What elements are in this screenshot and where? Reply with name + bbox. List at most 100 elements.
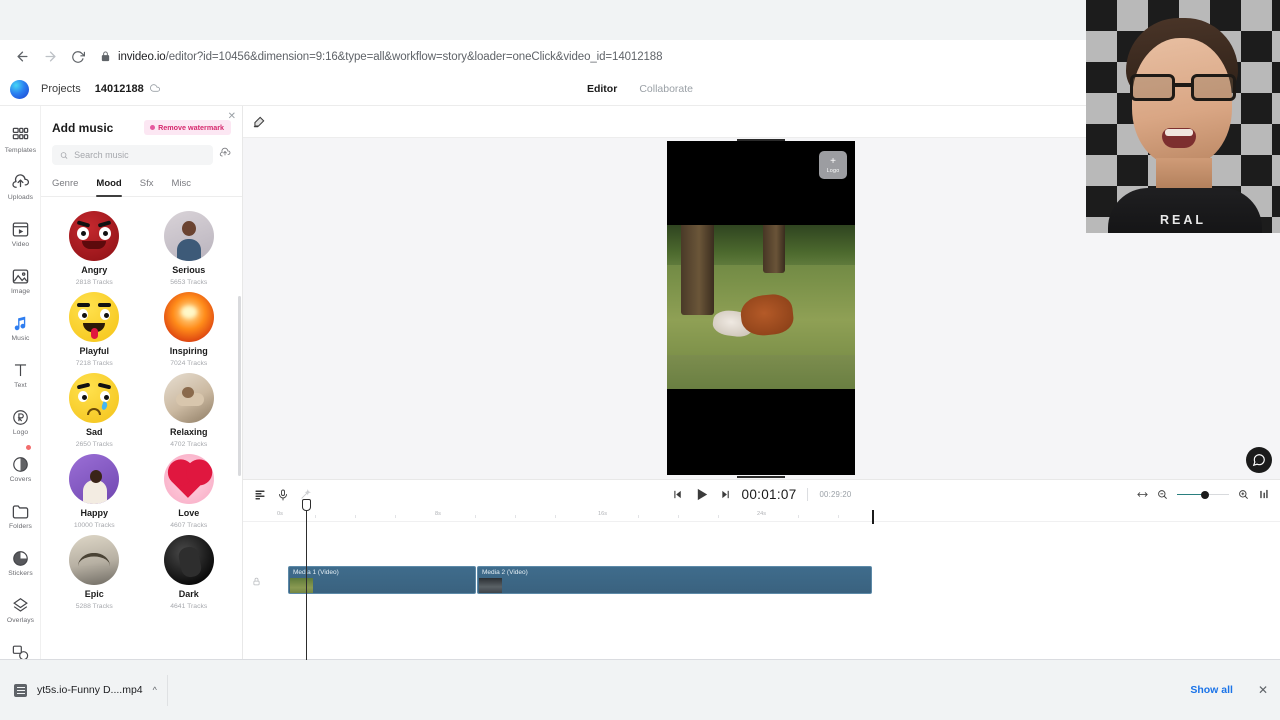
- timeline-zoom-slider[interactable]: [1177, 489, 1229, 501]
- video-canvas[interactable]: + Logo: [667, 141, 855, 475]
- audio-levels-icon[interactable]: [1258, 489, 1269, 500]
- url-host: invideo.io: [118, 50, 166, 63]
- mood-card[interactable]: Serious 5653 Tracks: [142, 211, 237, 286]
- current-time[interactable]: 00:01:07: [742, 487, 797, 502]
- search-input[interactable]: [74, 150, 205, 160]
- zoom-in-icon[interactable]: [1238, 489, 1249, 500]
- fit-width-icon[interactable]: [1137, 489, 1148, 500]
- upload-cloud-icon[interactable]: [219, 146, 231, 164]
- mood-thumbnail: [163, 211, 214, 261]
- sidebar-label: Logo: [12, 428, 29, 436]
- sidebar-item-music[interactable]: Music: [0, 304, 40, 351]
- ruler-label: 16s: [598, 511, 608, 517]
- address-bar[interactable]: invideo.io/editor?id=10456&dimension=9:1…: [100, 45, 1134, 69]
- divider: [807, 488, 809, 501]
- mood-count: 5288 Tracks: [75, 603, 113, 610]
- timeline-ruler[interactable]: 0s 8s 16s 24s: [243, 509, 1280, 524]
- sidebar-item-text[interactable]: Text: [0, 351, 40, 398]
- zoom-out-icon[interactable]: [1157, 489, 1168, 500]
- mood-thumbnail: [163, 454, 214, 504]
- tab-sfx[interactable]: Sfx: [140, 178, 154, 196]
- mood-card[interactable]: Happy 10000 Tracks: [47, 454, 142, 529]
- invideo-logo-icon[interactable]: [10, 79, 29, 99]
- timeline-end-marker[interactable]: [872, 510, 874, 524]
- mood-count: 4607 Tracks: [170, 522, 208, 529]
- tab-editor[interactable]: Editor: [587, 83, 617, 95]
- crop-tool-icon[interactable]: [252, 115, 266, 129]
- download-item[interactable]: yt5s.io-Funny D....mp4 ^: [12, 674, 168, 706]
- music-category-tabs: Genre Mood Sfx Misc: [41, 165, 242, 197]
- lock-icon[interactable]: [252, 573, 261, 591]
- play-button[interactable]: [694, 487, 709, 502]
- sidebar-item-shapes[interactable]: Shapes: [0, 633, 40, 659]
- music-note-icon: [11, 314, 30, 333]
- tab-genre[interactable]: Genre: [52, 178, 78, 196]
- layers-stack-icon[interactable]: [254, 489, 266, 501]
- search-music-box[interactable]: [52, 145, 213, 165]
- sidebar-item-templates[interactable]: Templates: [0, 116, 40, 163]
- close-icon[interactable]: ✕: [228, 112, 236, 122]
- microphone-icon[interactable]: [277, 489, 289, 501]
- header-tabs: Editor Collaborate: [587, 83, 693, 95]
- back-arrow-icon[interactable]: [8, 43, 36, 71]
- logo-placeholder[interactable]: + Logo: [819, 151, 847, 179]
- skip-previous-icon[interactable]: [672, 489, 683, 500]
- close-icon[interactable]: ✕: [1258, 683, 1268, 697]
- mood-card[interactable]: Epic 5288 Tracks: [47, 535, 142, 610]
- sidebar-item-uploads[interactable]: Uploads: [0, 163, 40, 210]
- sidebar-item-stickers[interactable]: Stickers: [0, 539, 40, 586]
- panel-scrollbar[interactable]: [238, 296, 241, 476]
- mood-name: Serious: [172, 265, 206, 275]
- canvas-resize-handle-bottom[interactable]: [737, 476, 785, 478]
- timeline-controls: 00:01:07 00:29:20: [243, 480, 1280, 509]
- left-rail: Templates Uploads Video Image Music Text…: [0, 106, 41, 659]
- video-frame-preview: [667, 225, 855, 389]
- sidebar-item-covers[interactable]: Covers: [0, 444, 40, 492]
- timeline-clip[interactable]: Media 2 (Video): [477, 566, 872, 594]
- mood-card[interactable]: Inspiring 7024 Tracks: [142, 292, 237, 367]
- mood-name: Angry: [81, 265, 108, 275]
- folder-icon: [11, 502, 30, 521]
- skip-next-icon[interactable]: [720, 489, 731, 500]
- mood-name: Happy: [80, 508, 108, 518]
- chat-bubble-icon[interactable]: [1246, 447, 1272, 473]
- mood-count: 10000 Tracks: [73, 522, 115, 529]
- mood-thumbnail: [69, 373, 120, 423]
- sidebar-item-video[interactable]: Video: [0, 210, 40, 257]
- mood-card[interactable]: Sad 2650 Tracks: [47, 373, 142, 448]
- playhead[interactable]: [302, 499, 311, 660]
- sidebar-label: Text: [14, 381, 27, 389]
- chevron-up-icon[interactable]: ^: [153, 685, 157, 695]
- playhead-handle[interactable]: [302, 499, 311, 511]
- file-icon: [14, 683, 27, 697]
- mood-count: 7218 Tracks: [75, 360, 113, 367]
- ruler-label: 8s: [435, 511, 441, 517]
- image-picture-icon: [11, 267, 30, 286]
- breadcrumb-projects[interactable]: Projects: [41, 83, 81, 95]
- forward-arrow-icon: [36, 43, 64, 71]
- tab-collaborate[interactable]: Collaborate: [639, 83, 693, 95]
- mood-card[interactable]: Angry 2818 Tracks: [47, 211, 142, 286]
- slider-knob[interactable]: [1201, 490, 1209, 499]
- mood-card[interactable]: Dark 4641 Tracks: [142, 535, 237, 610]
- remove-watermark-button[interactable]: Remove watermark: [144, 120, 231, 135]
- breadcrumb-project-id[interactable]: 14012188: [95, 83, 144, 95]
- sidebar-label: Uploads: [7, 193, 34, 201]
- show-all-button[interactable]: Show all: [1179, 679, 1244, 701]
- logo-placeholder-label: Logo: [826, 167, 840, 174]
- sidebar-item-overlays[interactable]: Overlays: [0, 586, 40, 633]
- tab-misc[interactable]: Misc: [171, 178, 191, 196]
- mood-card[interactable]: Love 4607 Tracks: [142, 454, 237, 529]
- reload-icon[interactable]: [64, 43, 92, 71]
- ruler-label: 0s: [277, 511, 283, 517]
- mood-card[interactable]: Playful 7218 Tracks: [47, 292, 142, 367]
- sidebar-item-folders[interactable]: Folders: [0, 492, 40, 539]
- timeline-clip[interactable]: Media 1 (Video): [288, 566, 476, 594]
- video-frame-icon: [11, 220, 30, 239]
- mood-name: Sad: [85, 427, 103, 437]
- sidebar-item-image[interactable]: Image: [0, 257, 40, 304]
- tab-mood[interactable]: Mood: [96, 178, 123, 197]
- mood-card[interactable]: Relaxing 4702 Tracks: [142, 373, 237, 448]
- sidebar-item-logo[interactable]: Logo: [0, 398, 40, 445]
- transport-controls: 00:01:07 00:29:20: [672, 487, 852, 502]
